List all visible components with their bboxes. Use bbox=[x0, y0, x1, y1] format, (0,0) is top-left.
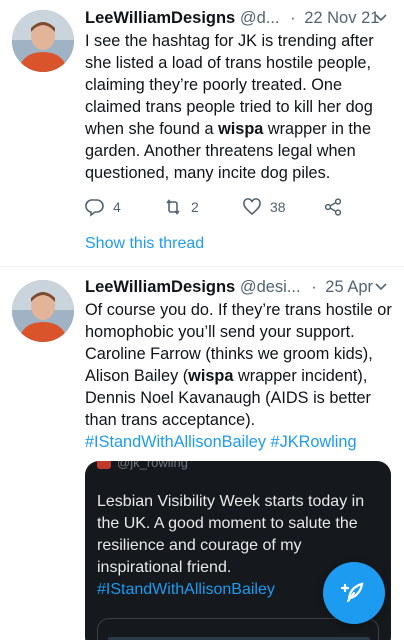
share-icon bbox=[324, 198, 342, 216]
reply-button[interactable]: 4 bbox=[85, 195, 121, 219]
avatar[interactable] bbox=[12, 280, 74, 342]
quoted-avatar bbox=[97, 461, 111, 469]
separator-dot: · bbox=[311, 278, 317, 296]
tweet-date[interactable]: 25 Apr bbox=[325, 278, 373, 296]
compose-button[interactable] bbox=[323, 562, 385, 624]
bold-text: wispa bbox=[218, 120, 264, 138]
share-button[interactable] bbox=[323, 195, 343, 219]
chevron-down-icon[interactable] bbox=[374, 280, 388, 294]
tweet-actions: 4 2 38 bbox=[85, 195, 355, 219]
avatar[interactable] bbox=[12, 10, 74, 72]
tweet-text: I see the hashtag for JK is trending aft… bbox=[85, 30, 395, 184]
retweet-icon bbox=[166, 199, 180, 215]
like-count: 38 bbox=[270, 199, 286, 215]
tweet-header: LeeWilliamDesigns @d... · 22 Nov 21 bbox=[85, 7, 379, 29]
author-name[interactable]: LeeWilliamDesigns bbox=[85, 9, 235, 27]
quoted-header: @jk_rowling bbox=[97, 461, 188, 470]
author-name[interactable]: LeeWilliamDesigns bbox=[85, 278, 235, 296]
quoted-hashtag[interactable]: #IStandWithAllisonBailey bbox=[97, 581, 275, 598]
reply-icon bbox=[85, 199, 104, 217]
reply-count: 4 bbox=[113, 199, 121, 215]
author-handle[interactable]: @d... bbox=[240, 9, 280, 27]
quoted-body: Lesbian Visibility Week starts today in … bbox=[97, 493, 365, 576]
nested-media-card[interactable] bbox=[97, 618, 379, 640]
heart-icon bbox=[243, 198, 261, 216]
tweet-date[interactable]: 22 Nov 21 bbox=[304, 9, 379, 27]
tweet-header: LeeWilliamDesigns @desi... · 25 Apr bbox=[85, 276, 373, 298]
retweet-button[interactable]: 2 bbox=[163, 195, 199, 219]
compose-feather-icon bbox=[340, 582, 364, 603]
tweet-divider bbox=[0, 266, 404, 267]
tweet-text: Of course you do. If they’re trans hosti… bbox=[85, 299, 395, 453]
like-button[interactable]: 38 bbox=[242, 195, 286, 219]
hashtag-link[interactable]: #JKRowling bbox=[271, 433, 357, 451]
show-thread-link[interactable]: Show this thread bbox=[85, 235, 204, 253]
separator-dot: · bbox=[290, 9, 296, 27]
hashtag-link[interactable]: #IStandWithAllisonBailey bbox=[85, 433, 266, 451]
bold-text: wispa bbox=[188, 367, 234, 385]
chevron-down-icon[interactable] bbox=[374, 11, 388, 25]
author-handle[interactable]: @desi... bbox=[240, 278, 301, 296]
quoted-handle: @jk_rowling bbox=[117, 461, 188, 470]
retweet-count: 2 bbox=[191, 199, 199, 215]
